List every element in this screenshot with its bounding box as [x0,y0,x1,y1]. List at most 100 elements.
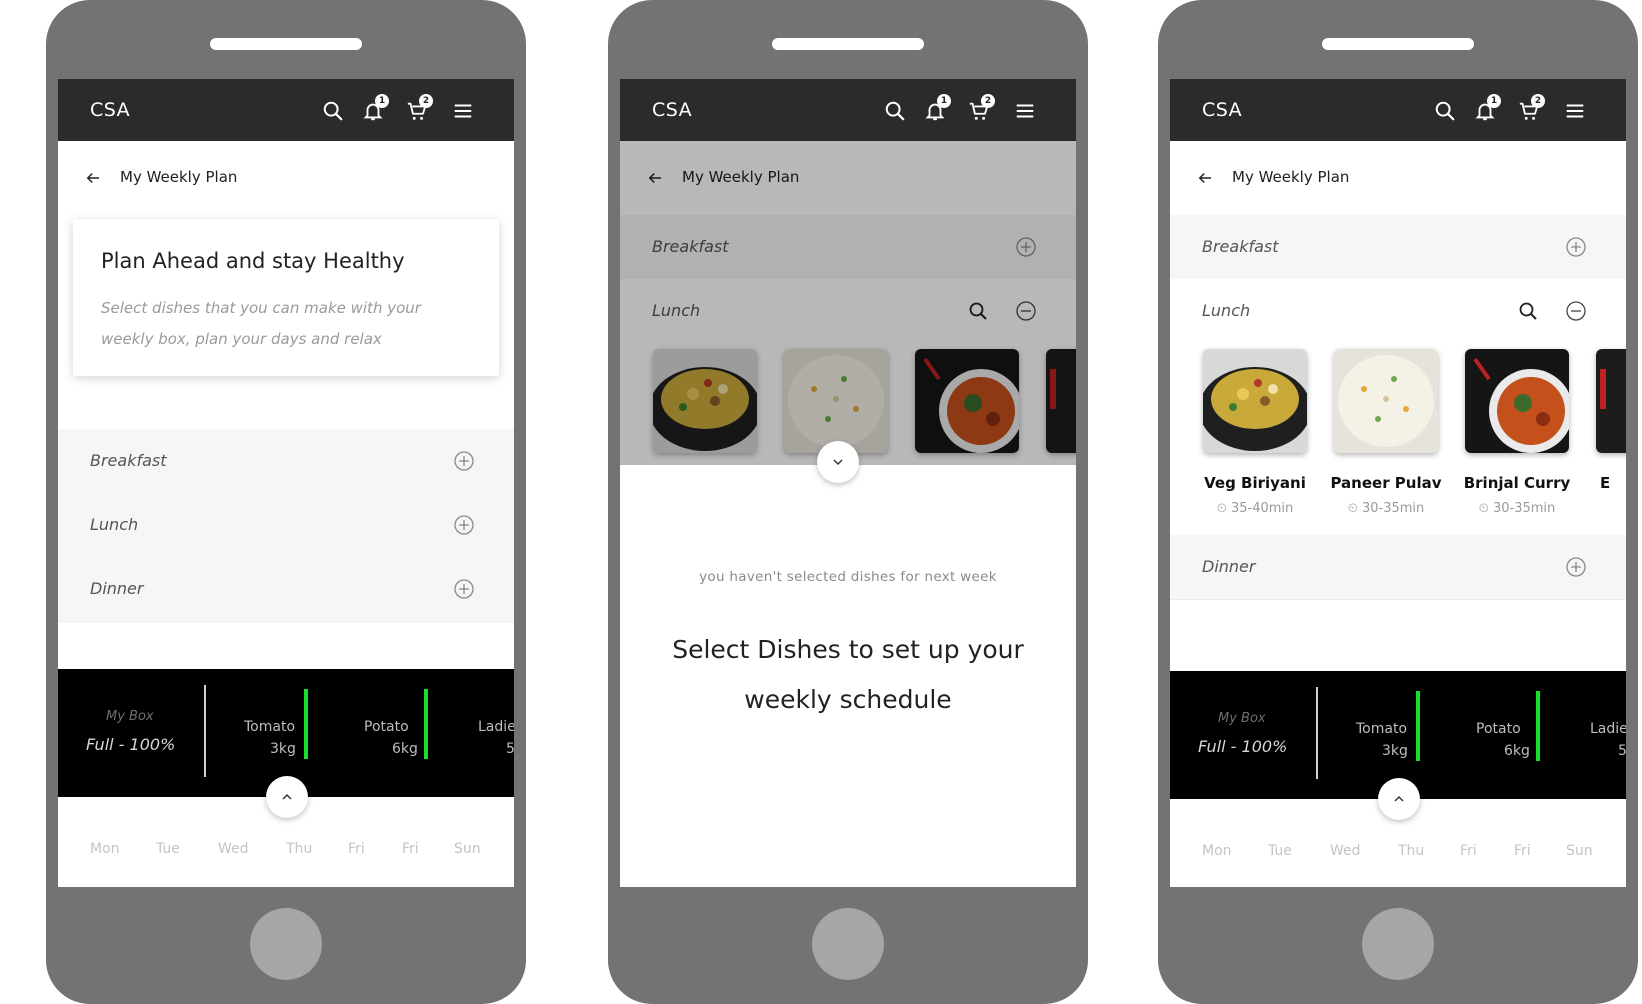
day-selector: Mon Tue Wed Thu Fri Fri Sun [58,841,514,881]
home-button[interactable] [812,908,884,980]
cart-badge: 2 [419,94,433,108]
meal-label: Lunch [90,515,139,534]
search-icon[interactable] [322,100,344,122]
page-header: My Weekly Plan [1170,141,1626,217]
dish-name: E [1600,474,1611,492]
timer-icon: ⏲ [1216,501,1231,516]
notification-badge: 1 [1487,94,1501,108]
box-item-level-bar [424,689,428,759]
my-box-label: My Box [106,709,154,724]
dish-name: Veg Biriyani [1204,474,1306,492]
plus-circle-icon[interactable] [1566,557,1586,577]
brand-logo: CSA [1202,99,1243,121]
dish-time-value: 30-35min [1361,501,1425,516]
intro-card-description: Select dishes that you can make with you… [101,299,421,348]
chevron-up-icon [1394,795,1404,802]
my-box-value: Full - 100% [1198,737,1288,756]
dish-thumbnail-partial[interactable] [1596,349,1626,453]
box-item-name: Tomato [1356,721,1408,737]
meal-label: Dinner [1202,557,1256,576]
day-tab[interactable]: Tue [156,841,180,857]
box-item-name: Potato [1476,721,1521,737]
box-item-level-bar [304,689,308,759]
cart-icon[interactable]: 2 [406,94,433,122]
expand-button[interactable] [1378,778,1420,820]
dish-thumbnail-biriyani[interactable] [1203,349,1307,453]
dish-thumbnail-curry[interactable] [1465,349,1569,453]
plus-circle-icon[interactable] [454,451,474,471]
screen-plan-intro: CSA 1 2 My Weekly Plan Plan Ahead and st… [58,79,514,887]
bell-icon[interactable]: 1 [1474,94,1501,122]
meal-row-breakfast[interactable]: Breakfast [1170,215,1626,280]
hamburger-menu-icon[interactable] [1564,100,1586,122]
chevron-down-icon [833,459,843,466]
chevron-up-icon [282,793,292,800]
back-arrow-icon[interactable] [1196,169,1214,187]
my-box-label: My Box [1218,711,1266,726]
bell-icon[interactable]: 1 [362,94,389,122]
box-item-name: Ladie [478,719,514,735]
box-item-qty: 5 [1618,743,1626,759]
day-tab[interactable]: Fri [402,841,419,857]
day-tab[interactable]: Thu [1398,843,1424,859]
phone-frame-1: CSA 1 2 My Weekly Plan Plan Ahead and st… [46,0,526,1004]
cart-badge: 2 [981,94,995,108]
dish-time: ⏲ 35-40min [1190,501,1320,516]
home-button[interactable] [250,908,322,980]
day-tab[interactable]: Thu [286,841,312,857]
meal-row-breakfast[interactable]: Breakfast [58,429,514,494]
day-tab[interactable]: Tue [1268,843,1292,859]
meal-row-dinner[interactable]: Dinner [58,557,514,622]
screen-empty-state: CSA 1 2 My Weekly Plan Breakfast Lunch y… [620,79,1076,887]
cart-icon[interactable]: 2 [1518,94,1545,122]
day-tab[interactable]: Fri [348,841,365,857]
dim-overlay [620,141,1076,465]
day-tab[interactable]: Wed [1330,843,1361,859]
empty-state-headline: Select Dishes to set up your weekly sche… [672,635,1024,714]
divider [1316,687,1318,779]
expand-button[interactable] [266,776,308,818]
day-tab[interactable]: Fri [1514,843,1531,859]
top-app-bar: CSA 1 2 [620,79,1076,141]
timer-icon: ⏲ [1478,501,1493,516]
page-title: My Weekly Plan [1232,168,1350,186]
dish-thumbnail-pulav[interactable] [1334,349,1438,453]
box-item-name: Tomato [244,719,296,735]
collapse-button[interactable] [817,441,859,483]
top-app-bar: CSA 1 2 [1170,79,1626,141]
plus-circle-icon[interactable] [1566,237,1586,257]
bell-icon[interactable]: 1 [924,94,951,122]
meal-row-lunch[interactable]: Lunch [58,493,514,558]
plus-circle-icon[interactable] [454,515,474,535]
day-tab[interactable]: Fri [1460,843,1477,859]
hamburger-menu-icon[interactable] [452,100,474,122]
top-app-bar: CSA 1 2 [58,79,514,141]
intro-card-title: Plan Ahead and stay Healthy [101,249,405,273]
phone-frame-2: CSA 1 2 My Weekly Plan Breakfast Lunch y… [608,0,1088,1004]
search-icon[interactable] [1434,100,1456,122]
notification-badge: 1 [937,94,951,108]
day-tab[interactable]: Mon [90,841,120,857]
back-arrow-icon[interactable] [84,169,102,187]
hamburger-menu-icon[interactable] [1014,100,1036,122]
brand-logo: CSA [90,99,131,121]
day-tab[interactable]: Mon [1202,843,1232,859]
day-tab[interactable]: Sun [454,841,481,857]
plus-circle-icon[interactable] [454,579,474,599]
box-item-level-bar [1536,691,1540,761]
dish-time-value: 35-40min [1230,501,1294,516]
day-selector: Mon Tue Wed Thu Fri Fri Sun [1170,843,1626,883]
meal-label: Lunch [1202,301,1251,320]
minus-circle-icon[interactable] [1566,301,1586,321]
day-tab[interactable]: Sun [1566,843,1593,859]
day-tab[interactable]: Wed [218,841,249,857]
phone-frame-3: CSA 1 2 My Weekly Plan Breakfast Lunch V… [1158,0,1638,1004]
intro-card: Plan Ahead and stay Healthy Select dishe… [73,219,499,376]
search-icon[interactable] [884,100,906,122]
box-item-level-bar [1416,691,1420,761]
cart-icon[interactable]: 2 [968,94,995,122]
meal-row-dinner[interactable]: Dinner [1170,535,1626,600]
search-icon[interactable] [1518,301,1538,321]
timer-icon: ⏲ [1347,501,1362,516]
home-button[interactable] [1362,908,1434,980]
